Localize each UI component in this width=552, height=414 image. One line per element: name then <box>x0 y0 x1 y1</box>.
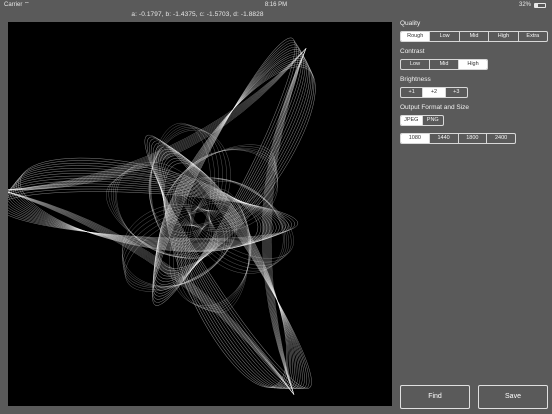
quality-option-low[interactable]: Low <box>429 32 458 41</box>
brightness-segmented-control[interactable]: +1 +2 +3 <box>400 87 468 98</box>
brightness-option-1[interactable]: +1 <box>401 88 422 97</box>
output-group: Output Format and Size JPEG PNG 1080 1440 1… <box>400 104 550 144</box>
clock: 8:16 PM <box>264 2 288 8</box>
quality-segmented-control[interactable]: Rough Low Mid High Extra <box>400 31 548 42</box>
output-label: Output Format and Size <box>400 104 470 111</box>
size-option-1080[interactable]: 1080 <box>401 134 429 143</box>
format-segmented-control[interactable]: JPEG PNG <box>400 115 444 126</box>
format-option-png[interactable]: PNG <box>421 116 444 125</box>
brightness-option-3[interactable]: +3 <box>444 88 467 97</box>
status-bar: Carrier ⌔ 8:16 PM 32% <box>0 0 552 10</box>
contrast-option-low[interactable]: Low <box>401 60 429 69</box>
size-option-2400[interactable]: 2400 <box>486 134 515 143</box>
settings-panel: Quality Rough Low Mid High Extra Contrast Lo… <box>400 20 550 150</box>
battery-icon <box>534 2 546 8</box>
battery-percent: 32% <box>518 2 531 8</box>
quality-group: Quality Rough Low Mid High Extra <box>400 20 550 42</box>
brightness-group: Brightness +1 +2 +3 <box>400 76 550 98</box>
contrast-segmented-control[interactable]: Low Mid High <box>400 59 488 70</box>
find-button[interactable]: Find <box>400 385 470 409</box>
size-segmented-control[interactable]: 1080 1440 1800 2400 <box>400 133 516 144</box>
contrast-option-high[interactable]: High <box>458 60 487 69</box>
contrast-group: Contrast Low Mid High <box>400 48 550 70</box>
quality-option-rough[interactable]: Rough <box>401 32 430 41</box>
size-option-1440[interactable]: 1440 <box>428 134 458 143</box>
contrast-option-mid[interactable]: Mid <box>429 60 458 69</box>
quality-option-mid[interactable]: Mid <box>458 32 488 41</box>
format-option-jpeg[interactable]: JPEG <box>401 116 422 125</box>
contrast-label: Contrast <box>400 48 425 55</box>
brightness-label: Brightness <box>400 76 431 83</box>
quality-label: Quality <box>400 20 421 27</box>
attractor-image <box>0 37 316 395</box>
battery-status: 32% <box>519 0 546 10</box>
size-option-1800[interactable]: 1800 <box>457 134 487 143</box>
parameters-readout: a: -0.1797, b: -1.4375, c: -1.5703, d: -… <box>131 11 264 18</box>
battery-fill <box>535 3 539 7</box>
attractor-canvas[interactable] <box>0 22 392 406</box>
quality-option-extra[interactable]: Extra <box>517 32 547 41</box>
brightness-option-2[interactable]: +2 <box>422 88 445 97</box>
save-button[interactable]: Save <box>478 385 548 409</box>
quality-option-high[interactable]: High <box>488 32 517 41</box>
